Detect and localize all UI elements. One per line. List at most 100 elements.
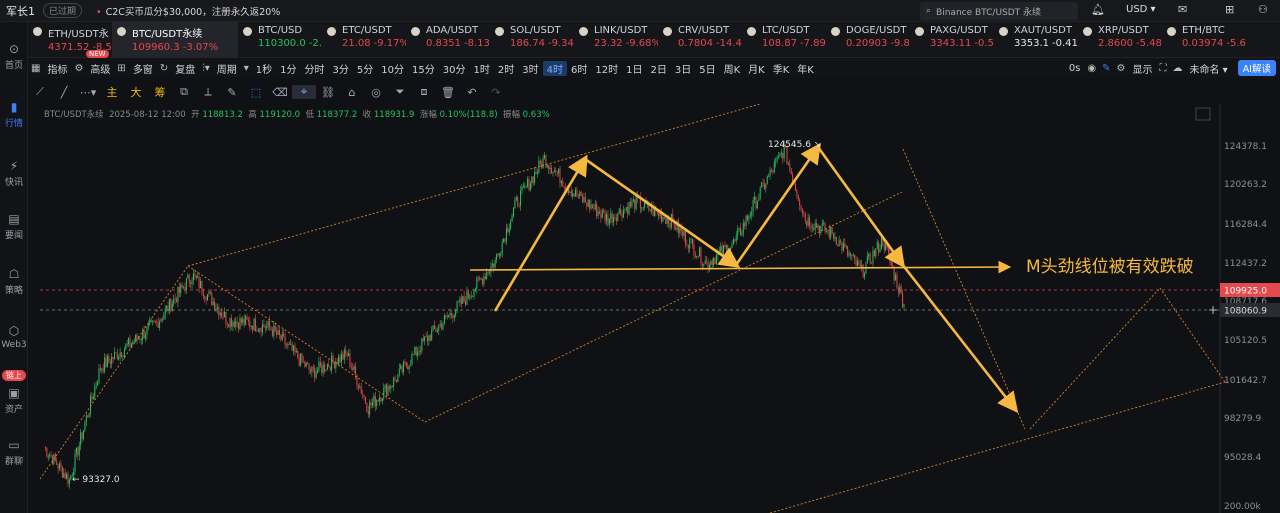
grid-menu-icon[interactable]: ⊞ xyxy=(1225,3,1234,16)
magnet-icon[interactable]: ⌖ xyxy=(292,85,316,99)
interval-option[interactable]: 2日 xyxy=(646,61,670,76)
interval-option[interactable]: 6时 xyxy=(567,61,591,76)
symbol-tab[interactable]: PAXG/USDT 3343.11-0.53 xyxy=(910,22,994,58)
search-input[interactable]: ⌕ Binance BTC/USDT 永续 xyxy=(920,2,1078,20)
interval-option[interactable]: 2时 xyxy=(494,61,518,76)
interval-option[interactable]: 1时 xyxy=(469,61,493,76)
username[interactable]: 军长1 xyxy=(6,3,35,19)
sidebar-item-6[interactable]: ▣ 资产 xyxy=(0,386,28,415)
layout-name-select[interactable]: 未命名 ▾ xyxy=(1185,61,1231,76)
trash-icon[interactable]: 🗑︎ xyxy=(436,86,460,99)
filter-icon[interactable]: ⏷ xyxy=(388,85,412,99)
interval-option[interactable]: 年K xyxy=(793,61,818,76)
currency-select[interactable]: USD ▾ xyxy=(1126,4,1156,15)
chip-distribution-button[interactable]: 筹 xyxy=(148,84,172,100)
candle-body xyxy=(173,298,175,304)
interval-option[interactable]: 4时 xyxy=(542,60,567,76)
candlestick-chart[interactable]: M头劲线位被有效跌破 124545.6 ↘ ← 93327.0 124378.1 120… xyxy=(40,104,1280,513)
symbol-tab[interactable]: CRV/USDT 0.7804-14.45 xyxy=(658,22,742,58)
interval-option[interactable]: 季K xyxy=(769,61,794,76)
link-icon[interactable]: ⛓ xyxy=(316,86,340,99)
symbol-tab[interactable]: ETH/BTC 0.03974-5.63 xyxy=(1162,22,1246,58)
interval-option[interactable]: 15分 xyxy=(408,61,439,76)
multi-window-button[interactable]: 多窗 xyxy=(129,61,157,76)
interval-option[interactable]: 1秒 xyxy=(252,61,276,76)
user-menu-icon[interactable]: ⚇ xyxy=(1258,3,1268,16)
interval-option[interactable]: 10分 xyxy=(377,61,408,76)
chevron-down-icon[interactable]: ▾ xyxy=(241,63,252,74)
brush-icon[interactable]: ✎ xyxy=(220,86,244,99)
settings-icon[interactable]: ⚙ xyxy=(1114,63,1129,74)
symbol-tab[interactable]: DOGE/USDT 0.20903 -9.8 xyxy=(826,22,910,58)
big-order-button[interactable]: 大 xyxy=(124,84,148,100)
multi-window-icon[interactable]: ⊞ xyxy=(114,63,128,74)
eraser-icon[interactable]: ⌫ xyxy=(268,86,292,99)
interval-option[interactable]: 周K xyxy=(720,61,745,76)
ai-analysis-button[interactable]: AI解读 xyxy=(1237,60,1276,76)
symbol-tab[interactable]: SOL/USDT 186.74 -9.34 xyxy=(490,22,574,58)
coin-icon xyxy=(579,27,588,36)
sidebar-item-4[interactable]: ☖ 策略 xyxy=(0,267,28,296)
measure-icon[interactable]: ⟂ xyxy=(196,85,220,99)
main-indicator-button[interactable]: 主 xyxy=(100,84,124,100)
interval-option[interactable]: 3时 xyxy=(518,61,542,76)
sidebar-item-7[interactable]: ▭ 群聊 xyxy=(0,438,28,467)
interval-option[interactable]: 3分 xyxy=(329,61,353,76)
replay-button[interactable]: 复盘 xyxy=(171,61,199,76)
edit-icon[interactable]: ✎ xyxy=(1099,63,1113,74)
ruler-icon[interactable]: ⟋ xyxy=(28,85,52,99)
candle-body xyxy=(269,320,271,327)
interval-option[interactable]: 3日 xyxy=(671,61,695,76)
camera-icon[interactable]: ◉ xyxy=(1084,63,1099,74)
interval-option[interactable]: 30分 xyxy=(439,61,470,76)
promo-banner[interactable]: • C2C买币瓜分$30,000，注册永久返20% xyxy=(96,4,280,18)
sidebar-item-2[interactable]: ⚡ 快讯 xyxy=(0,159,28,188)
interval-option[interactable]: 5日 xyxy=(695,61,719,76)
symbol-tab[interactable]: BTC/USD 110300.0-2.9 xyxy=(238,22,322,58)
candle-body xyxy=(49,455,51,457)
advanced-button[interactable]: 高级 xyxy=(86,61,114,76)
replay-icon[interactable]: ↻ xyxy=(157,63,171,74)
interval-option[interactable]: 月K xyxy=(744,61,769,76)
eye-icon[interactable]: ◎ xyxy=(364,86,388,99)
fullscreen-icon[interactable]: ⛶ xyxy=(1156,63,1169,74)
symbol-tab[interactable]: XAUT/USDT 3353.1-0.419 xyxy=(994,22,1078,58)
interval-option[interactable]: 1分 xyxy=(276,61,300,76)
advanced-icon[interactable]: ⚙ xyxy=(71,63,86,74)
symbol-tab[interactable]: LINK/USDT 23.32 -9.68% xyxy=(574,22,658,58)
sidebar-item-5[interactable]: ⬡ Web3 xyxy=(0,324,28,350)
symbol-tab[interactable]: XRP/USDT 2.8600 -5.48 xyxy=(1078,22,1162,58)
interval-option[interactable]: 12时 xyxy=(591,61,622,76)
candle-body xyxy=(457,301,459,303)
interval-option[interactable]: 分时 xyxy=(301,61,329,76)
layers-icon[interactable]: ⧈ xyxy=(412,85,436,99)
interval-option[interactable]: 5分 xyxy=(353,61,377,76)
mail-icon[interactable]: ✉ xyxy=(1178,3,1187,16)
period-button[interactable]: 周期 xyxy=(213,61,241,76)
sidebar-item-3[interactable]: ▤ 要闻 xyxy=(0,212,28,241)
sidebar-item-1[interactable]: ▮ 行情 xyxy=(0,100,28,129)
lock-icon[interactable]: ⌂ xyxy=(340,86,364,99)
symbol-tab[interactable]: LTC/USDT 108.87 -7.89 xyxy=(742,22,826,58)
membership-status-badge[interactable]: 已过期 xyxy=(43,3,83,18)
indicators-button[interactable]: 指标 xyxy=(43,61,71,76)
display-button[interactable]: 显示 xyxy=(1128,61,1156,76)
chart-type-icon[interactable]: ⫶▾ xyxy=(199,63,213,74)
mask-icon[interactable]: ⧉ xyxy=(172,85,196,99)
candle-body xyxy=(174,298,176,300)
select-icon[interactable]: ⬚ xyxy=(244,86,268,99)
bell-icon[interactable]: 🔔︎ xyxy=(1091,3,1105,16)
candle-body xyxy=(662,217,664,222)
cloud-icon[interactable]: ☁ xyxy=(1169,63,1185,74)
interval-option[interactable]: 1日 xyxy=(622,61,646,76)
sidebar-item-0[interactable]: ⊙ 首页 xyxy=(0,42,28,71)
candle-body xyxy=(497,253,499,255)
indicator-icon[interactable]: ▦ xyxy=(28,63,43,74)
symbol-tab[interactable]: ETC/USDT 21.08 -9.17% xyxy=(322,22,406,58)
symbol-tab[interactable]: BTC/USDT永续 109960.3 -3.07% xyxy=(112,22,238,58)
more-icon[interactable]: ⋯▾ xyxy=(76,86,100,99)
undo-icon[interactable]: ↶ xyxy=(460,86,484,99)
symbol-tab[interactable]: ADA/USDT 0.8351 -8.13 xyxy=(406,22,490,58)
redo-icon[interactable]: ↷ xyxy=(484,86,508,99)
trendline-icon[interactable]: ╱ xyxy=(52,86,76,99)
